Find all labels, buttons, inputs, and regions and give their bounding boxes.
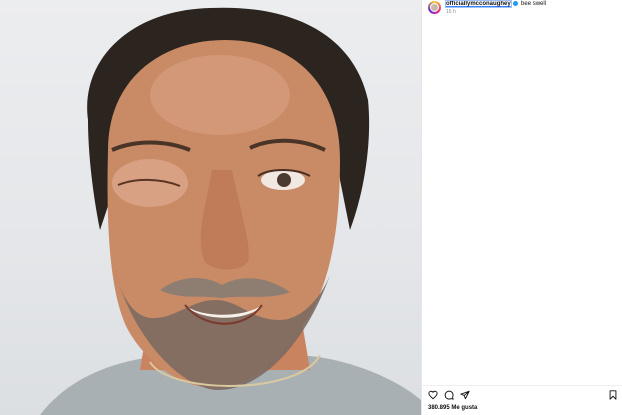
verified-badge-icon: [513, 1, 519, 6]
post-sidebar: officiallymcconaughey bee swell 16 h 380…: [421, 0, 622, 415]
avatar[interactable]: [428, 1, 441, 14]
caption-text: bee swell: [521, 1, 547, 8]
username-link[interactable]: officiallymcconaughey: [445, 0, 512, 9]
heart-icon[interactable]: [428, 390, 438, 400]
action-bar: [422, 385, 622, 402]
share-icon[interactable]: [460, 390, 470, 400]
post-photo[interactable]: [0, 0, 421, 415]
post-time[interactable]: 16 h: [446, 9, 456, 15]
bookmark-icon[interactable]: [608, 390, 618, 400]
like-count[interactable]: 380.895 Me gusta: [428, 405, 477, 411]
post-caption: officiallymcconaughey bee swell: [445, 0, 547, 9]
post-header: officiallymcconaughey bee swell 16 h: [422, 0, 622, 22]
comment-icon[interactable]: [444, 390, 454, 400]
post-photo-image: [40, 7, 421, 415]
